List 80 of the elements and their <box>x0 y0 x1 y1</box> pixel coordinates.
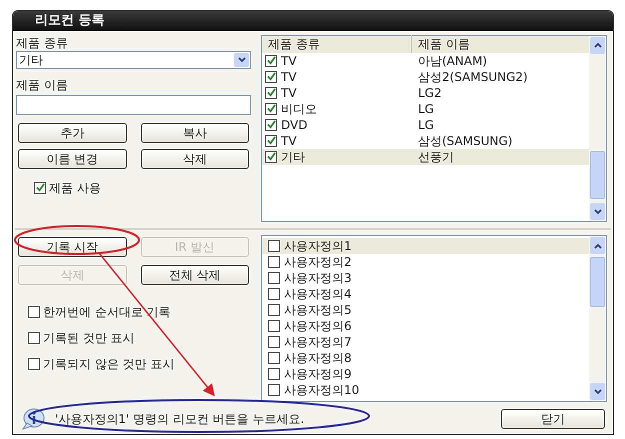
list-item[interactable]: 사용자정의1 <box>262 238 589 254</box>
checkbox[interactable] <box>265 102 277 115</box>
list-item[interactable]: 사용자정의2 <box>262 254 589 270</box>
checkbox[interactable] <box>265 150 277 163</box>
list-item[interactable]: 사용자정의7 <box>262 334 589 350</box>
checkbox[interactable] <box>268 336 280 348</box>
checkbox[interactable] <box>268 304 280 316</box>
table-cell-text: 기타 <box>281 148 305 166</box>
scroll-up-icon[interactable] <box>590 36 605 54</box>
table-cell-text: 선풍기 <box>417 148 454 166</box>
table-cell-text: TV <box>281 84 297 102</box>
checkbox[interactable] <box>268 368 280 380</box>
scroll-down-icon[interactable] <box>590 383 605 400</box>
scroll-up-icon[interactable] <box>590 237 605 254</box>
list-item[interactable]: 사용자정의5 <box>262 302 589 318</box>
table-cell-text: LG2 <box>417 84 442 102</box>
checkbox[interactable] <box>268 272 280 284</box>
action-button[interactable]: 이름 변경 <box>18 148 126 169</box>
table-cell-text: TV <box>281 68 297 86</box>
product-type-dropdown[interactable]: 기타 <box>16 50 251 69</box>
checkbox[interactable] <box>28 358 40 370</box>
list-item[interactable]: 사용자정의6 <box>262 318 589 334</box>
scrollbar[interactable] <box>589 36 606 222</box>
column-header[interactable]: 제품 종류 <box>262 35 412 54</box>
table-cell-text: 삼성2(SAMSUNG2) <box>417 68 528 86</box>
checkbox[interactable] <box>28 332 40 344</box>
scrollbar[interactable] <box>589 236 606 402</box>
field-label: 제품 이름 <box>16 76 69 93</box>
action-button[interactable]: 추가 <box>18 122 126 143</box>
checkbox[interactable] <box>28 306 40 318</box>
list-item[interactable]: 사용자정의4 <box>262 286 589 302</box>
table-cell-text: LG <box>417 116 434 134</box>
list-item[interactable]: 사용자정의10 <box>262 382 589 398</box>
checkbox-label: 기록된 것만 표시 <box>43 330 135 348</box>
checkbox[interactable] <box>268 288 280 300</box>
table-cell-text: 아남(ANAM) <box>417 52 488 70</box>
table-row[interactable]: DVD LG <box>262 116 589 133</box>
scroll-down-icon[interactable] <box>590 203 605 220</box>
checkbox[interactable] <box>268 320 280 332</box>
window-title: 리모컨 등록 <box>35 12 105 30</box>
checkbox-label: 기록되지 않은 것만 표시 <box>43 356 174 374</box>
table-row[interactable]: TV 삼성2(SAMSUNG2) <box>262 68 589 85</box>
field-label: 제품 종류 <box>16 34 69 51</box>
scroll-thumb[interactable] <box>590 257 605 308</box>
checkbox[interactable] <box>265 86 277 99</box>
list-item[interactable]: 사용자정의9 <box>262 366 589 382</box>
checkbox-label: 한꺼번에 순서대로 기록 <box>43 304 171 322</box>
list-item[interactable]: 사용자정의3 <box>262 270 589 286</box>
scroll-thumb[interactable] <box>590 150 605 199</box>
checkbox[interactable] <box>268 384 280 396</box>
checkbox-label: 제품 사용 <box>49 180 101 197</box>
checkbox[interactable] <box>265 54 277 67</box>
list-item[interactable]: 사용자정의8 <box>262 350 589 366</box>
checkbox[interactable] <box>265 118 277 131</box>
close-button[interactable]: 닫기 <box>501 409 605 430</box>
table-row[interactable]: TV 삼성(SAMSUNG) <box>262 132 589 149</box>
table-cell-text: DVD <box>281 116 308 134</box>
action-button[interactable]: 전체 삭제 <box>140 265 249 286</box>
checkbox[interactable] <box>34 182 46 194</box>
dropdown-caret-icon <box>234 52 249 67</box>
table-row[interactable]: TV LG2 <box>262 84 589 101</box>
table-cell-text: TV <box>281 132 297 150</box>
checkbox[interactable] <box>265 134 277 147</box>
checkbox[interactable] <box>265 70 277 83</box>
table-cell-text: LG <box>417 100 434 118</box>
action-button[interactable]: 복사 <box>140 122 249 143</box>
action-button[interactable]: 삭제 <box>140 148 249 169</box>
checkbox[interactable] <box>268 352 280 364</box>
table-cell-text: TV <box>281 52 297 70</box>
checkbox[interactable] <box>268 256 280 268</box>
table-row[interactable]: 비디오 LG <box>262 100 589 117</box>
table-cell-text: 비디오 <box>281 100 317 118</box>
table-cell-text: 삼성(SAMSUNG) <box>417 132 512 150</box>
product-name-field[interactable] <box>16 94 251 115</box>
status-message: '사용자정의1' 명령의 리모컨 버튼을 누르세요. <box>55 411 304 428</box>
table-row[interactable]: TV 아남(ANAM) <box>262 52 589 69</box>
table-row[interactable]: 기타 선풍기 <box>262 148 589 165</box>
info-bubble-icon <box>21 408 45 430</box>
column-header[interactable]: 제품 이름 <box>412 35 470 54</box>
checkbox[interactable] <box>268 240 280 252</box>
